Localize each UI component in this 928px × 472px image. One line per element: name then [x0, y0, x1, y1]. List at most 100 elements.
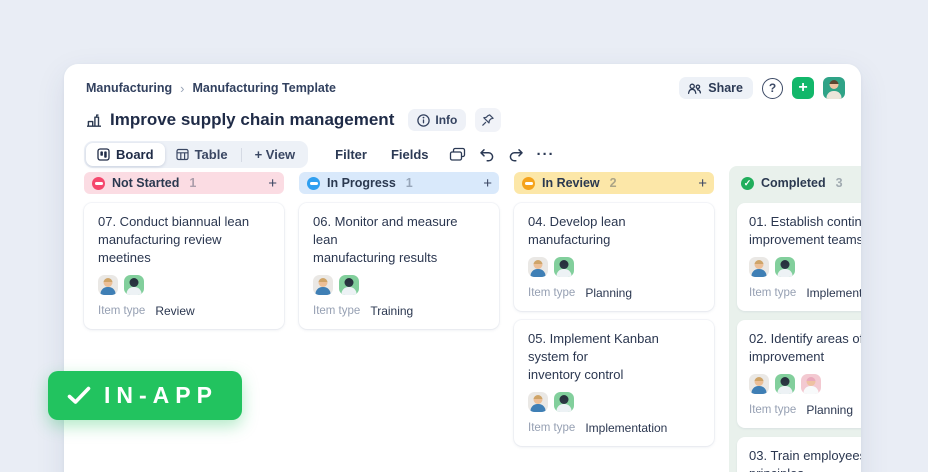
column-header-in-review: In Review 2 +	[514, 172, 714, 194]
add-card-button[interactable]: +	[268, 176, 277, 191]
in-app-label: IN-APP	[104, 382, 218, 408]
column-header-in-progress: In Progress 1 +	[299, 172, 499, 194]
avatar-man-blond[interactable]	[528, 257, 548, 277]
user-avatar[interactable]	[823, 77, 845, 99]
breadcrumb-separator: ›	[180, 80, 185, 96]
item-type-value: Planning	[585, 286, 633, 300]
card-title: 01. Establish continuous improvement tea…	[749, 214, 861, 247]
fields-button[interactable]: Fields	[391, 147, 429, 162]
in-app-badge: IN-APP	[48, 371, 242, 420]
view-tabs: Board Table + View	[84, 141, 309, 168]
card-assignees	[98, 275, 270, 295]
card-title: 05. Implement Kanban system for inventor…	[528, 331, 659, 382]
project-icon	[86, 113, 102, 128]
tab-table[interactable]: Table	[165, 143, 239, 166]
share-button[interactable]: Share	[679, 77, 753, 99]
tab-table-label: Table	[194, 147, 228, 162]
avatar-man-blond[interactable]	[749, 374, 769, 394]
item-type-row: Item type Implementation	[528, 421, 700, 435]
column-header-not-started: Not Started 1 +	[84, 172, 284, 194]
help-icon: ?	[768, 81, 777, 95]
info-label: Info	[435, 113, 458, 127]
column-not-started: Not Started 1 + 07. Conduct biannual lea…	[84, 172, 284, 329]
avatar-man-blond[interactable]	[528, 392, 548, 412]
column-count: 3	[835, 176, 843, 190]
share-icon	[687, 82, 702, 95]
item-type-label: Item type	[528, 287, 576, 299]
plus-icon: +	[798, 79, 808, 96]
toolbar-icons: ···	[449, 146, 555, 163]
add-view-label: + View	[254, 147, 296, 162]
pin-button[interactable]	[475, 108, 502, 132]
avatar-man-beard[interactable]	[775, 257, 795, 277]
item-type-label: Item type	[749, 404, 797, 416]
help-button[interactable]: ?	[762, 77, 783, 99]
card-07[interactable]: 07. Conduct biannual lean manufacturing …	[84, 203, 284, 329]
card-assignees	[749, 374, 861, 394]
item-type-value: Training	[370, 304, 414, 318]
window-header: Manufacturing › Manufacturing Template S…	[64, 64, 861, 99]
avatar-man-beard[interactable]	[775, 374, 795, 394]
avatar-man-blond[interactable]	[749, 257, 769, 277]
card-title: 04. Develop lean manufacturing	[528, 214, 626, 247]
table-icon	[175, 148, 189, 161]
add-card-button[interactable]: +	[483, 176, 492, 191]
add-card-button[interactable]: +	[698, 176, 707, 191]
card-01[interactable]: 01. Establish continuous improvement tea…	[737, 203, 861, 311]
add-button[interactable]: +	[792, 77, 814, 99]
item-type-value: Implementation	[585, 421, 668, 435]
card-title: 07. Conduct biannual lean manufacturing …	[98, 214, 250, 265]
card-title: 06. Monitor and measure lean manufacturi…	[313, 214, 458, 265]
item-type-label: Item type	[98, 305, 146, 317]
card-assignees	[528, 392, 700, 412]
item-type-row: Item type Training	[313, 304, 485, 318]
breadcrumb-item-template[interactable]: Manufacturing Template	[192, 81, 336, 95]
tab-board[interactable]: Board	[86, 143, 165, 166]
card-05[interactable]: 05. Implement Kanban system for inventor…	[514, 320, 714, 446]
redo-icon[interactable]	[508, 148, 524, 162]
card-assignees	[749, 257, 861, 277]
column-completed: ✓ Completed 3 01. Establish continuous i…	[729, 166, 861, 472]
card-04[interactable]: 04. Develop lean manufacturing Item type…	[514, 203, 714, 311]
column-header-completed: ✓ Completed 3	[737, 172, 861, 194]
avatar-man-beard[interactable]	[554, 257, 574, 277]
status-in-progress-icon	[307, 176, 320, 190]
column-name: Completed	[761, 176, 826, 190]
avatar-woman-pink[interactable]	[801, 374, 821, 394]
check-icon	[67, 386, 91, 405]
status-completed-icon: ✓	[741, 176, 754, 190]
avatar-man-blond[interactable]	[98, 275, 118, 295]
info-button[interactable]: Info	[408, 109, 467, 131]
breadcrumb: Manufacturing › Manufacturing Template	[86, 81, 336, 96]
status-not-started-icon	[92, 176, 105, 190]
item-type-value: Implementation	[806, 286, 861, 300]
tab-divider	[240, 147, 242, 162]
avatar-man-beard[interactable]	[554, 392, 574, 412]
tab-add-view[interactable]: + View	[244, 143, 307, 166]
header-actions: Share ? +	[679, 77, 845, 99]
view-toolbar: Board Table + View Filter Fields ···	[64, 132, 861, 168]
avatar-man-beard[interactable]	[124, 275, 144, 295]
avatar-man-blond[interactable]	[313, 275, 333, 295]
card-06[interactable]: 06. Monitor and measure lean manufacturi…	[299, 203, 499, 329]
title-bar: Improve supply chain management Info	[64, 99, 861, 132]
breadcrumb-item-manufacturing[interactable]: Manufacturing	[86, 81, 172, 95]
column-name: In Review	[542, 176, 600, 190]
info-icon	[417, 113, 431, 127]
column-name: Not Started	[112, 176, 180, 190]
group-by-icon[interactable]	[449, 147, 466, 162]
avatar-man-beard[interactable]	[339, 275, 359, 295]
column-in-progress: In Progress 1 + 06. Monitor and measure …	[299, 172, 499, 329]
filter-button[interactable]: Filter	[335, 147, 367, 162]
page-title: Improve supply chain management	[110, 110, 395, 129]
card-title: 02. Identify areas of improvement	[749, 331, 861, 364]
item-type-row: Item type Implementation	[749, 286, 861, 300]
item-type-row: Item type Review	[98, 304, 270, 318]
undo-icon[interactable]	[479, 148, 495, 162]
more-options-button[interactable]: ···	[537, 146, 555, 163]
item-type-label: Item type	[749, 287, 797, 299]
card-03[interactable]: 03. Train employees on lean principles	[737, 437, 861, 472]
item-type-label: Item type	[528, 422, 576, 434]
item-type-label: Item type	[313, 305, 361, 317]
card-02[interactable]: 02. Identify areas of improvement Item t…	[737, 320, 861, 428]
